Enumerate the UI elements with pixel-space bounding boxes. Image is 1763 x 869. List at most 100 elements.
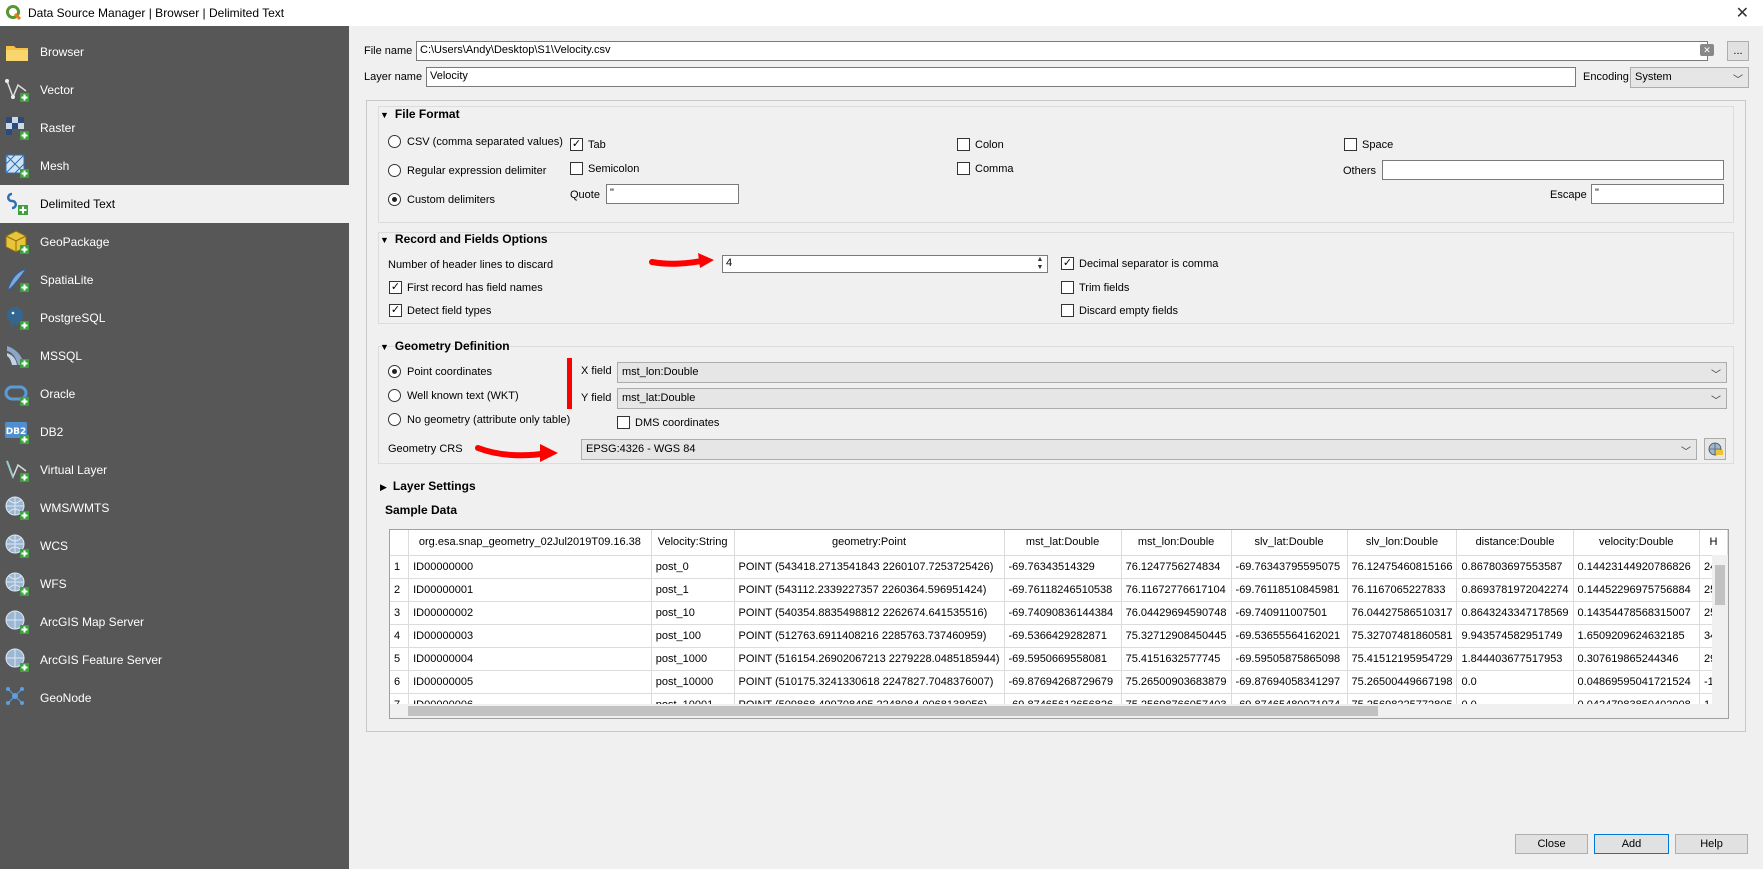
red-arrow-header-lines xyxy=(649,253,714,268)
vertical-scrollbar[interactable] xyxy=(1712,555,1728,705)
clear-icon[interactable]: ✕ xyxy=(1700,44,1714,56)
sidebar-item-vector[interactable]: Vector xyxy=(0,71,349,109)
encoding-select[interactable]: System ﹀ xyxy=(1630,67,1749,88)
first-record-checkbox[interactable]: ✓ First record has field names xyxy=(389,281,543,294)
escape-input[interactable]: " xyxy=(1591,184,1724,204)
browse-button[interactable]: ... xyxy=(1727,41,1749,61)
geometry-crs-select[interactable]: EPSG:4326 - WGS 84 ﹀ xyxy=(581,439,1697,460)
column-header[interactable]: H xyxy=(1699,530,1728,556)
chevron-down-icon: ﹀ xyxy=(1681,447,1691,458)
table-cell: post_1 xyxy=(651,578,735,602)
sidebar-item-wcs[interactable]: WCS xyxy=(0,527,349,565)
sidebar-item-mssql[interactable]: MSSQL xyxy=(0,337,349,375)
quote-input[interactable]: " xyxy=(606,184,739,204)
geometry-crs-value: EPSG:4326 - WGS 84 xyxy=(586,443,696,455)
table-cell: -69.87694058341297 xyxy=(1231,670,1348,694)
table-cell: -69.59505875865098 xyxy=(1231,647,1348,671)
oracle-icon xyxy=(4,381,30,407)
geopackage-icon xyxy=(4,229,30,255)
y-field-select[interactable]: mst_lat:Double ﹀ xyxy=(617,388,1727,409)
sidebar-item-wfs[interactable]: WFS xyxy=(0,565,349,603)
sidebar-item-geonode[interactable]: GeoNode xyxy=(0,679,349,717)
geometry-title[interactable]: ▼ Geometry Definition xyxy=(380,339,510,353)
others-input[interactable] xyxy=(1382,160,1724,180)
vector-icon xyxy=(4,77,30,103)
column-header[interactable]: velocity:Double xyxy=(1573,530,1700,556)
encoding-value: System xyxy=(1635,71,1672,83)
horizontal-scrollbar[interactable] xyxy=(390,704,1728,718)
discard-empty-checkbox[interactable]: Discard empty fields xyxy=(1061,304,1178,317)
sidebar-item-spatialite[interactable]: SpatiaLite xyxy=(0,261,349,299)
record-fields-title[interactable]: ▼ Record and Fields Options xyxy=(380,232,548,246)
file-format-title[interactable]: ▼ File Format xyxy=(380,107,460,121)
crs-selector-icon[interactable] xyxy=(1704,438,1726,460)
column-header[interactable]: slv_lon:Double xyxy=(1347,530,1458,556)
table-cell: -69.53655564162021 xyxy=(1231,624,1348,648)
layer-name-label: Layer name xyxy=(364,71,423,83)
column-header[interactable]: distance:Double xyxy=(1456,530,1574,556)
layer-settings-title[interactable]: ▶ Layer Settings xyxy=(380,479,476,493)
column-header[interactable]: mst_lon:Double xyxy=(1121,530,1232,556)
semicolon-checkbox[interactable]: Semicolon xyxy=(570,162,639,175)
table-cell: post_0 xyxy=(651,555,735,579)
table-cell: 1.844403677517953 xyxy=(1456,647,1574,671)
wkt-radio[interactable]: Well known text (WKT) xyxy=(388,389,519,402)
help-button[interactable]: Help xyxy=(1675,834,1748,854)
dms-checkbox[interactable]: DMS coordinates xyxy=(617,416,719,429)
sidebar-item-label: Delimited Text xyxy=(40,197,116,211)
sidebar-item-delimited-text[interactable]: Delimited Text xyxy=(0,185,349,223)
red-bar-xy-fields xyxy=(567,358,572,409)
sidebar-item-postgresql[interactable]: PostgreSQL xyxy=(0,299,349,337)
table-cell: 0.867803697553587 xyxy=(1456,555,1574,579)
column-header[interactable]: org.esa.snap_geometry_02Jul2019T09.16.38 xyxy=(408,530,652,556)
column-header[interactable]: slv_lat:Double xyxy=(1231,530,1348,556)
decimal-comma-checkbox[interactable]: ✓ Decimal separator is comma xyxy=(1061,257,1218,270)
table-cell: ID00000002 xyxy=(408,601,652,625)
row-number: 2 xyxy=(390,578,410,602)
table-cell: 9.943574582951749 xyxy=(1456,624,1574,648)
sidebar-item-geopackage[interactable]: GeoPackage xyxy=(0,223,349,261)
comma-checkbox[interactable]: Comma xyxy=(957,162,1014,175)
sidebar-item-arcgis-map-server[interactable]: ArcGIS Map Server xyxy=(0,603,349,641)
sidebar-item-arcgis-feature-server[interactable]: ArcGIS Feature Server xyxy=(0,641,349,679)
geometry-crs-label: Geometry CRS xyxy=(388,443,463,455)
sidebar-item-wms-wmts[interactable]: WMS/WMTS xyxy=(0,489,349,527)
table-cell: -69.5950669558081 xyxy=(1004,647,1122,671)
sidebar-item-raster[interactable]: Raster xyxy=(0,109,349,147)
window-title: Data Source Manager | Browser | Delimite… xyxy=(28,6,285,20)
detect-types-checkbox[interactable]: ✓ Detect field types xyxy=(389,304,491,317)
trim-fields-checkbox[interactable]: Trim fields xyxy=(1061,281,1129,294)
sidebar-item-virtual-layer[interactable]: Virtual Layer xyxy=(0,451,349,489)
spin-arrows-icon[interactable]: ▲ ▼ xyxy=(1033,256,1047,272)
colon-checkbox[interactable]: Colon xyxy=(957,138,1004,151)
x-field-select[interactable]: mst_lon:Double ﹀ xyxy=(617,362,1727,383)
sidebar-item-oracle[interactable]: Oracle xyxy=(0,375,349,413)
x-field-label: X field xyxy=(581,365,612,377)
x-field-value: mst_lon:Double xyxy=(622,366,699,378)
table-cell: 0.14354478568315007 xyxy=(1573,601,1700,625)
custom-delimiters-radio[interactable]: Custom delimiters xyxy=(388,193,495,206)
add-button[interactable]: Add xyxy=(1594,834,1669,854)
sidebar-item-label: GeoPackage xyxy=(40,235,110,249)
regex-radio[interactable]: Regular expression delimiter xyxy=(388,164,546,177)
sidebar-item-db2[interactable]: DB2 DB2 xyxy=(0,413,349,451)
title-bar: Data Source Manager | Browser | Delimite… xyxy=(0,0,1763,26)
escape-label: Escape xyxy=(1550,189,1587,201)
space-checkbox[interactable]: Space xyxy=(1344,138,1393,151)
header-lines-spinbox[interactable]: 4 xyxy=(722,255,1048,273)
layer-name-input[interactable]: Velocity xyxy=(426,67,1576,87)
point-coordinates-radio[interactable]: Point coordinates xyxy=(388,365,492,378)
csv-radio[interactable]: CSV (comma separated values) xyxy=(388,135,563,148)
tab-checkbox[interactable]: ✓ Tab xyxy=(570,138,606,151)
close-button[interactable]: Close xyxy=(1515,834,1588,854)
column-header[interactable]: Velocity:String xyxy=(651,530,735,556)
no-geometry-radio[interactable]: No geometry (attribute only table) xyxy=(388,413,570,426)
table-cell: post_1000 xyxy=(651,647,735,671)
column-header[interactable]: mst_lat:Double xyxy=(1004,530,1122,556)
column-header[interactable]: geometry:Point xyxy=(734,530,1005,556)
sidebar-item-mesh[interactable]: Mesh xyxy=(0,147,349,185)
file-name-input[interactable]: C:\Users\Andy\Desktop\S1\Velocity.csv xyxy=(416,41,1708,61)
sidebar-item-browser[interactable]: Browser xyxy=(0,33,349,71)
close-window-icon[interactable]: ✕ xyxy=(1736,3,1749,22)
encoding-label: Encoding xyxy=(1583,71,1629,83)
